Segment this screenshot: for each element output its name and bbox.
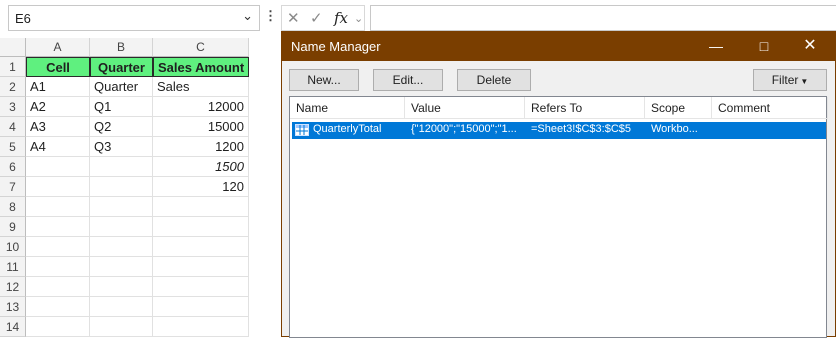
- close-icon[interactable]: ✕: [800, 36, 820, 56]
- cell-b12[interactable]: [90, 277, 153, 297]
- cell-c7[interactable]: 120: [153, 177, 249, 197]
- cell-a11[interactable]: [26, 257, 90, 277]
- cell-b13[interactable]: [90, 297, 153, 317]
- name-box-value: E6: [15, 11, 31, 26]
- cell-a4[interactable]: A3: [26, 117, 90, 137]
- enter-icon[interactable]: ✓: [310, 9, 323, 27]
- row-header-4[interactable]: 4: [0, 117, 26, 137]
- more-options-icon[interactable]: ⋮: [264, 8, 277, 28]
- cell-b1[interactable]: Quarter: [90, 57, 153, 77]
- cell-a5[interactable]: A4: [26, 137, 90, 157]
- name-box[interactable]: E6 ⌄: [8, 5, 260, 31]
- scope-cell: Workbo...: [651, 123, 698, 135]
- row-header-10[interactable]: 10: [0, 237, 26, 257]
- column-header-c[interactable]: C: [153, 38, 249, 57]
- column-header-scope[interactable]: Scope: [645, 97, 712, 119]
- cell-b8[interactable]: [90, 197, 153, 217]
- value-cell: {"12000";"15000";"1...: [411, 123, 517, 135]
- cell-c5[interactable]: 1200: [153, 137, 249, 157]
- cell-b11[interactable]: [90, 257, 153, 277]
- row-header-9[interactable]: 9: [0, 217, 26, 237]
- cell-c12[interactable]: [153, 277, 249, 297]
- row-header-8[interactable]: 8: [0, 197, 26, 217]
- cell-b6[interactable]: [90, 157, 153, 177]
- dropdown-arrow-icon: ▼: [800, 77, 809, 86]
- select-all-corner[interactable]: [0, 38, 26, 57]
- row-header-14[interactable]: 14: [0, 317, 26, 337]
- cell-c10[interactable]: [153, 237, 249, 257]
- column-header-comment[interactable]: Comment: [712, 97, 828, 119]
- maximize-icon[interactable]: □: [754, 36, 774, 56]
- row-header-13[interactable]: 13: [0, 297, 26, 317]
- cell-c11[interactable]: [153, 257, 249, 277]
- cell-c8[interactable]: [153, 197, 249, 217]
- column-header-name[interactable]: Name: [290, 97, 405, 119]
- filter-button[interactable]: Filter ▼: [753, 69, 827, 91]
- column-header-a[interactable]: A: [26, 38, 90, 57]
- refers-to-cell: =Sheet3!$C$3:$C$5: [531, 123, 631, 135]
- dialog-title: Name Manager: [291, 39, 381, 54]
- names-list[interactable]: Name Value Refers To Scope Comment Quart…: [289, 96, 828, 338]
- cell-a12[interactable]: [26, 277, 90, 297]
- column-header-refers-to[interactable]: Refers To: [525, 97, 645, 119]
- chevron-down-icon[interactable]: ⌄: [354, 12, 363, 25]
- cell-c2[interactable]: Sales: [153, 77, 249, 97]
- cell-c14[interactable]: [153, 317, 249, 337]
- cell-a1[interactable]: Cell: [26, 57, 90, 77]
- row-header-12[interactable]: 12: [0, 277, 26, 297]
- cell-c4[interactable]: 15000: [153, 117, 249, 137]
- cell-b4[interactable]: Q2: [90, 117, 153, 137]
- cell-a7[interactable]: [26, 177, 90, 197]
- filter-button-label: Filter: [771, 73, 799, 87]
- cell-a10[interactable]: [26, 237, 90, 257]
- column-header-b[interactable]: B: [90, 38, 153, 57]
- cell-a9[interactable]: [26, 217, 90, 237]
- row-header-5[interactable]: 5: [0, 137, 26, 157]
- dialog-title-bar[interactable]: Name Manager — □ ✕: [282, 32, 835, 61]
- cell-b5[interactable]: Q3: [90, 137, 153, 157]
- cell-b14[interactable]: [90, 317, 153, 337]
- delete-button-label: Delete: [476, 73, 512, 87]
- cell-c9[interactable]: [153, 217, 249, 237]
- cell-a13[interactable]: [26, 297, 90, 317]
- cell-b10[interactable]: [90, 237, 153, 257]
- cell-a3[interactable]: A2: [26, 97, 90, 117]
- cell-b7[interactable]: [90, 177, 153, 197]
- cell-c13[interactable]: [153, 297, 249, 317]
- row-header-7[interactable]: 7: [0, 177, 26, 197]
- cell-b2[interactable]: Quarter: [90, 77, 153, 97]
- cell-c6[interactable]: 1500: [153, 157, 249, 177]
- cell-c1[interactable]: Sales Amount: [153, 57, 249, 77]
- row-header-2[interactable]: 2: [0, 77, 26, 97]
- cell-c3[interactable]: 12000: [153, 97, 249, 117]
- cell-a2[interactable]: A1: [26, 77, 90, 97]
- name-cell: QuarterlyTotal: [313, 123, 382, 135]
- row-header-11[interactable]: 11: [0, 257, 26, 277]
- list-item[interactable]: QuarterlyTotal {"12000";"15000";"1... =S…: [292, 122, 826, 139]
- new-button[interactable]: New...: [289, 69, 359, 91]
- cell-b9[interactable]: [90, 217, 153, 237]
- edit-button[interactable]: Edit...: [373, 69, 443, 91]
- cell-a14[interactable]: [26, 317, 90, 337]
- chevron-down-icon[interactable]: ⌄: [242, 8, 253, 24]
- minimize-icon[interactable]: —: [706, 36, 726, 56]
- cell-b3[interactable]: Q1: [90, 97, 153, 117]
- cell-a8[interactable]: [26, 197, 90, 217]
- row-header-1[interactable]: 1: [0, 57, 26, 77]
- cancel-icon[interactable]: ✕: [287, 9, 300, 27]
- formula-tools: ✕ ✓ fx ⌄: [281, 5, 365, 31]
- row-header-3[interactable]: 3: [0, 97, 26, 117]
- formula-input[interactable]: [370, 5, 836, 31]
- delete-button[interactable]: Delete: [457, 69, 531, 91]
- row-header-6[interactable]: 6: [0, 157, 26, 177]
- name-manager-dialog: Name Manager — □ ✕ New... Edit... Delete…: [281, 31, 836, 338]
- column-header-value[interactable]: Value: [405, 97, 525, 119]
- insert-function-icon[interactable]: fx: [334, 9, 348, 27]
- cell-a6[interactable]: [26, 157, 90, 177]
- table-range-icon: [295, 124, 309, 139]
- new-button-label: New...: [307, 73, 341, 87]
- edit-button-label: Edit...: [392, 73, 424, 87]
